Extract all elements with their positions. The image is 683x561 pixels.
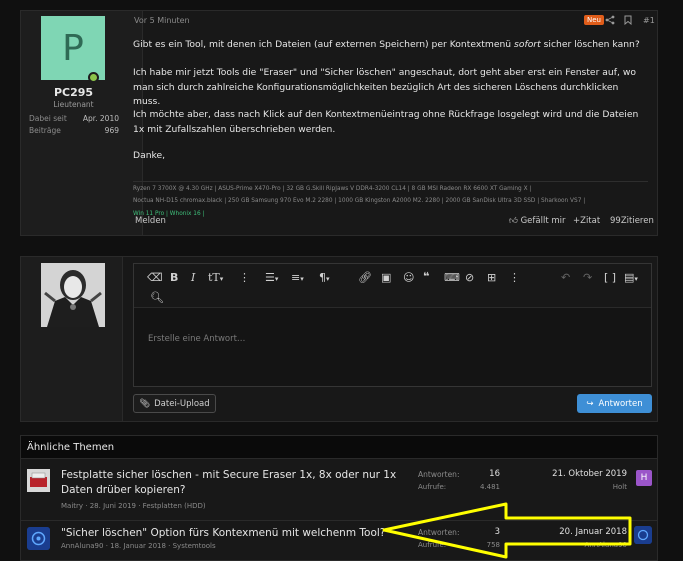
quote-icon[interactable]: ❝: [423, 270, 429, 283]
like-button[interactable]: 👍︎ Gefällt mir: [509, 216, 566, 226]
spoiler-icon[interactable]: ⊘: [465, 271, 474, 284]
username[interactable]: PC295: [21, 86, 126, 99]
posts-label: Beiträge: [29, 126, 61, 135]
thread-2-avatar[interactable]: [27, 527, 50, 550]
file-upload-button[interactable]: 📎︎ Datei-Upload: [133, 394, 216, 413]
avatar[interactable]: P: [41, 16, 105, 80]
annotation-arrow-icon: [382, 502, 632, 559]
reply-user-panel: [21, 257, 123, 421]
thread-1-last-user[interactable]: Holt: [527, 483, 627, 491]
signature-divider: [133, 181, 648, 182]
bookmark-icon[interactable]: [624, 15, 632, 28]
thread-1-avatar[interactable]: [27, 469, 50, 492]
table-icon[interactable]: ⊞: [487, 271, 496, 284]
link-icon[interactable]: 🔗︎: [358, 271, 372, 284]
quote-marks-icon: 99: [610, 216, 621, 226]
quote-button[interactable]: +Zitat: [573, 216, 600, 226]
thread-1-views: 4.481: [479, 483, 500, 491]
similar-threads-heading: Ähnliche Themen: [21, 436, 657, 459]
signature-line-2: Noctua NH-D15 chromax.black | 250 GB Sam…: [133, 198, 586, 204]
share-icon[interactable]: [605, 15, 615, 28]
post-user-panel: P PC295 Lieutenant Dabei seit Apr. 2010 …: [21, 11, 143, 235]
reply-quote-button[interactable]: 99Zitieren: [610, 216, 654, 226]
my-avatar[interactable]: [41, 263, 105, 327]
post-card: P PC295 Lieutenant Dabei seit Apr. 2010 …: [20, 10, 658, 236]
post-paragraph-1: Gibt es ein Tool, mit denen ich Dateien …: [133, 39, 640, 50]
thread-1-views-label: Aufrufe:: [418, 483, 447, 491]
bbcode-toggle-icon[interactable]: [ ]: [604, 271, 616, 284]
eraser-icon[interactable]: ⌫: [147, 271, 163, 284]
thread-1-replies: 16: [489, 469, 500, 479]
thread-1-last-user-avatar[interactable]: H: [636, 470, 652, 486]
thread-1-meta[interactable]: Maitry · 28. Juni 2019 · Festplatten (HD…: [61, 502, 206, 510]
thumbs-up-icon: 👍︎: [509, 216, 518, 226]
post-paragraph-4: Danke,: [133, 150, 166, 161]
avatar-initial: P: [62, 27, 84, 69]
joined-value: Apr. 2010: [82, 114, 119, 123]
thread-1-replies-label: Antworten:: [418, 470, 460, 479]
paperclip-icon: 📎︎: [139, 398, 151, 409]
list-icon[interactable]: ☰▾: [265, 271, 278, 284]
thread-1-title-line-1[interactable]: Festplatte sicher löschen - mit Secure E…: [61, 468, 396, 483]
thread-2-meta[interactable]: AnnAluna90 · 18. Januar 2018 · Systemtoo…: [61, 542, 216, 550]
code-icon[interactable]: ⌨: [444, 271, 460, 284]
text-size-icon[interactable]: tT▾: [208, 271, 223, 284]
thread-1-last-date[interactable]: 21. Oktober 2019: [527, 469, 627, 479]
thread-1-title-line-2[interactable]: Daten drüber kopieren?: [61, 483, 185, 498]
align-icon[interactable]: ≡▾: [291, 271, 304, 284]
reply-placeholder[interactable]: Erstelle eine Antwort…: [148, 334, 245, 344]
smiley-icon[interactable]: ☺: [403, 271, 414, 284]
post-time[interactable]: Vor 5 Minuten: [134, 16, 190, 25]
bold-icon[interactable]: B: [170, 271, 178, 284]
post-paragraph-3: Ich möchte aber, dass nach Klick auf den…: [133, 109, 639, 135]
reply-box: ⌫ B I tT▾ ⋮ ☰▾ ≡▾ ¶▾ 🔗︎ ▣ ☺ ❝ ⌨ ⊘ ⊞ ⋮ ↶ …: [20, 256, 658, 422]
report-link[interactable]: Melden: [135, 216, 166, 226]
undo-icon[interactable]: ↶: [561, 271, 570, 284]
more-icon[interactable]: ⋮: [239, 271, 250, 284]
more-options-icon[interactable]: ⋮: [509, 271, 520, 284]
joined-label: Dabei seit: [29, 114, 67, 123]
paragraph-icon[interactable]: ¶▾: [319, 271, 330, 284]
post-number[interactable]: #1: [643, 16, 655, 25]
italic-icon[interactable]: I: [191, 271, 195, 284]
reply-arrow-icon: ↪: [586, 398, 594, 409]
user-rank: Lieutenant: [53, 100, 94, 109]
posts-value: 969: [104, 126, 119, 135]
drafts-icon[interactable]: ▤▾: [624, 271, 638, 284]
thread-2-title[interactable]: "Sicher löschen" Option fürs Kontexmenü …: [61, 526, 385, 541]
reply-editor[interactable]: ⌫ B I tT▾ ⋮ ☰▾ ≡▾ ¶▾ 🔗︎ ▣ ☺ ❝ ⌨ ⊘ ⊞ ⋮ ↶ …: [133, 263, 652, 387]
online-indicator-icon: [88, 72, 99, 83]
new-badge: Neu: [584, 15, 604, 25]
post-paragraph-2: Ich habe mir jetzt Tools die "Eraser" un…: [133, 67, 636, 107]
redo-icon[interactable]: ↷: [583, 271, 592, 284]
image-icon[interactable]: ▣: [381, 271, 391, 284]
editor-toolbar: ⌫ B I tT▾ ⋮ ☰▾ ≡▾ ¶▾ 🔗︎ ▣ ☺ ❝ ⌨ ⊘ ⊞ ⋮ ↶ …: [134, 264, 651, 308]
submit-reply-button[interactable]: ↪ Antworten: [577, 394, 652, 413]
preview-icon[interactable]: 🔍︎: [150, 291, 164, 304]
